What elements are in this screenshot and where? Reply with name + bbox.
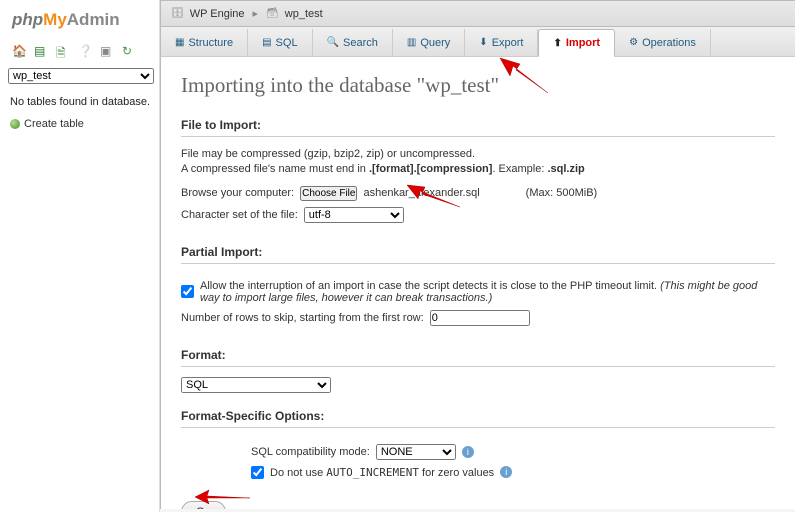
tab-label: Export <box>492 37 524 49</box>
import-icon: ⬆ <box>553 38 561 49</box>
breadcrumb-server[interactable]: WP Engine <box>190 8 245 20</box>
section-legend: Format: <box>181 348 775 367</box>
operations-icon: ⚙ <box>629 37 638 48</box>
info-icon[interactable]: i <box>462 446 474 458</box>
export-icon: ⬇ <box>479 37 487 48</box>
database-icon: 🗃 <box>266 8 279 19</box>
no-tables-message: No tables found in database. <box>8 92 154 118</box>
refresh-icon[interactable]: ↻ <box>122 44 136 58</box>
charset-label: Character set of the file: <box>181 209 298 221</box>
go-button[interactable]: Go <box>181 501 226 509</box>
tab-label: Structure <box>188 37 233 49</box>
settings-icon[interactable]: ▣ <box>100 44 114 58</box>
create-table-label: Create table <box>24 118 84 130</box>
allow-interrupt-checkbox[interactable] <box>181 285 194 298</box>
charset-select[interactable]: utf-8 <box>304 207 404 223</box>
logo-part-php: php <box>12 10 43 29</box>
query-icon: ▥ <box>407 37 416 48</box>
tab-export[interactable]: ⬇ Export <box>465 29 538 56</box>
logo-part-admin: Admin <box>67 10 120 29</box>
tab-search[interactable]: 🔍 Search <box>313 29 393 56</box>
format-section: Format: SQL <box>181 348 775 393</box>
format-options-section: Format-Specific Options: SQL compatibili… <box>181 409 775 485</box>
max-size-label: (Max: 500MiB) <box>526 187 598 199</box>
create-icon <box>10 119 20 129</box>
breadcrumb-database[interactable]: wp_test <box>285 8 323 20</box>
format-select[interactable]: SQL <box>181 377 331 393</box>
chosen-filename: ashenkar_alexander.sql <box>363 187 479 199</box>
tab-sql[interactable]: ▤ SQL <box>248 29 312 56</box>
tab-structure[interactable]: ▦ Structure <box>161 29 248 56</box>
content-area: Importing into the database "wp_test" Fi… <box>160 57 795 509</box>
sql-icon: ▤ <box>262 37 271 48</box>
server-icon: 🗄 <box>171 8 184 19</box>
allow-interrupt-label: Allow the interruption of an import in c… <box>200 280 660 292</box>
phpmyadmin-logo: phpMyAdmin <box>8 10 154 30</box>
tab-label: Search <box>343 37 378 49</box>
structure-icon: ▦ <box>175 37 184 48</box>
auto-increment-label: Do not use AUTO_INCREMENT for zero value… <box>270 466 494 479</box>
sidebar: phpMyAdmin 🏠 ▤ 🗎 ❔ ▣ ↻ wp_test No tables… <box>0 0 160 512</box>
skip-rows-label: Number of rows to skip, starting from th… <box>181 312 424 324</box>
query-window-icon[interactable]: 🗎 <box>56 44 70 58</box>
auto-increment-checkbox[interactable] <box>251 466 264 479</box>
skip-rows-input[interactable] <box>430 310 530 326</box>
partial-import-section: Partial Import: Allow the interruption o… <box>181 245 775 332</box>
tab-query[interactable]: ▥ Query <box>393 29 465 56</box>
home-icon[interactable]: 🏠 <box>12 44 26 58</box>
breadcrumb: 🗄 WP Engine ▸ 🗃 wp_test <box>160 0 795 27</box>
tab-label: SQL <box>276 37 298 49</box>
compat-mode-label: SQL compatibility mode: <box>251 446 370 458</box>
tab-label: Import <box>566 37 600 49</box>
sidebar-toolbar: 🏠 ▤ 🗎 ❔ ▣ ↻ <box>8 40 154 68</box>
section-legend: File to Import: <box>181 118 775 137</box>
info-icon[interactable]: i <box>500 466 512 478</box>
compat-mode-select[interactable]: NONE <box>376 444 456 460</box>
create-table-link[interactable]: Create table <box>8 118 154 130</box>
tab-import[interactable]: ⬆ Import <box>538 29 615 57</box>
logo-part-my: My <box>43 10 67 29</box>
file-import-description: File may be compressed (gzip, bzip2, zip… <box>181 147 775 178</box>
docs-icon[interactable]: ❔ <box>78 44 92 58</box>
tab-label: Query <box>420 37 450 49</box>
main-panel: 🗄 WP Engine ▸ 🗃 wp_test ▦ Structure ▤ SQL … <box>160 0 795 512</box>
browse-label: Browse your computer: <box>181 187 294 199</box>
file-import-section: File to Import: File may be compressed (… <box>181 118 775 229</box>
tab-operations[interactable]: ⚙ Operations <box>615 29 711 56</box>
search-icon: 🔍 <box>327 37 339 48</box>
breadcrumb-separator: ▸ <box>253 7 259 20</box>
tab-bar: ▦ Structure ▤ SQL 🔍 Search ▥ Query ⬇ Export ⬆… <box>160 27 795 57</box>
section-legend: Format-Specific Options: <box>181 409 775 428</box>
logout-icon[interactable]: ▤ <box>34 44 48 58</box>
page-title: Importing into the database "wp_test" <box>181 73 775 98</box>
database-select[interactable]: wp_test <box>8 68 154 84</box>
section-legend: Partial Import: <box>181 245 775 264</box>
choose-file-button[interactable]: Choose File <box>300 186 357 201</box>
tab-label: Operations <box>642 37 696 49</box>
